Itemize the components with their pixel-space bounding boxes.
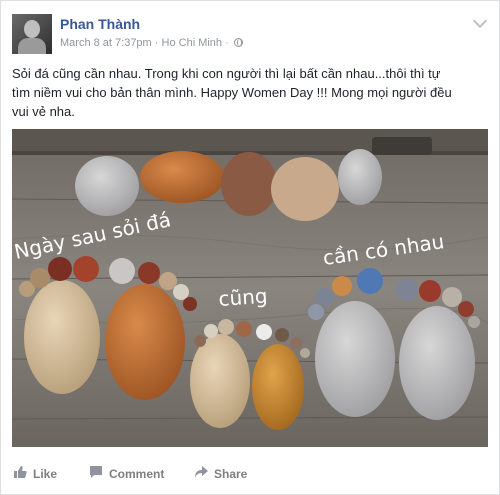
avatar[interactable] bbox=[12, 14, 52, 54]
post-photo[interactable]: Ngày sau sỏi đá cũng cần có nhau bbox=[12, 129, 488, 447]
like-button[interactable]: Like bbox=[13, 459, 57, 489]
meta-separator: · bbox=[154, 37, 159, 49]
comment-button[interactable]: Comment bbox=[89, 459, 164, 489]
author-name[interactable]: Phan Thành bbox=[60, 16, 140, 32]
post-timestamp[interactable]: March 8 at 7:37pm bbox=[60, 37, 152, 49]
share-arrow-icon bbox=[194, 460, 208, 490]
avatar-body bbox=[18, 38, 46, 54]
avatar-head bbox=[24, 20, 40, 38]
like-label: Like bbox=[33, 467, 58, 481]
meta-separator-2: · bbox=[225, 37, 229, 49]
post-text-line: vui vẻ nha. bbox=[12, 104, 75, 119]
share-button[interactable]: Share bbox=[194, 459, 247, 489]
post-location[interactable]: Ho Chi Minh bbox=[162, 37, 223, 49]
svg-text:cũng: cũng bbox=[218, 284, 269, 311]
share-label: Share bbox=[214, 467, 248, 481]
post-text-line: tìm niềm vui cho bản thân mình. Happy Wo… bbox=[12, 85, 452, 100]
post-text-line: Sỏi đá cũng cần nhau. Trong khi con ngườ… bbox=[12, 66, 441, 81]
photo-caption-2: cũng bbox=[218, 284, 269, 311]
post-actions: Like Comment Share bbox=[1, 459, 500, 489]
post-card: Phan Thành March 8 at 7:37pm · Ho Chi Mi… bbox=[0, 0, 500, 495]
chevron-down-icon[interactable] bbox=[472, 13, 488, 29]
thumbs-up-icon bbox=[13, 460, 27, 490]
comment-label: Comment bbox=[109, 467, 165, 481]
post-meta: March 8 at 7:37pm · Ho Chi Minh · bbox=[60, 37, 243, 49]
comment-bubble-icon bbox=[89, 460, 103, 490]
globe-icon[interactable] bbox=[233, 38, 243, 47]
post-text: Sỏi đá cũng cần nhau. Trong khi con ngườ… bbox=[12, 64, 492, 121]
